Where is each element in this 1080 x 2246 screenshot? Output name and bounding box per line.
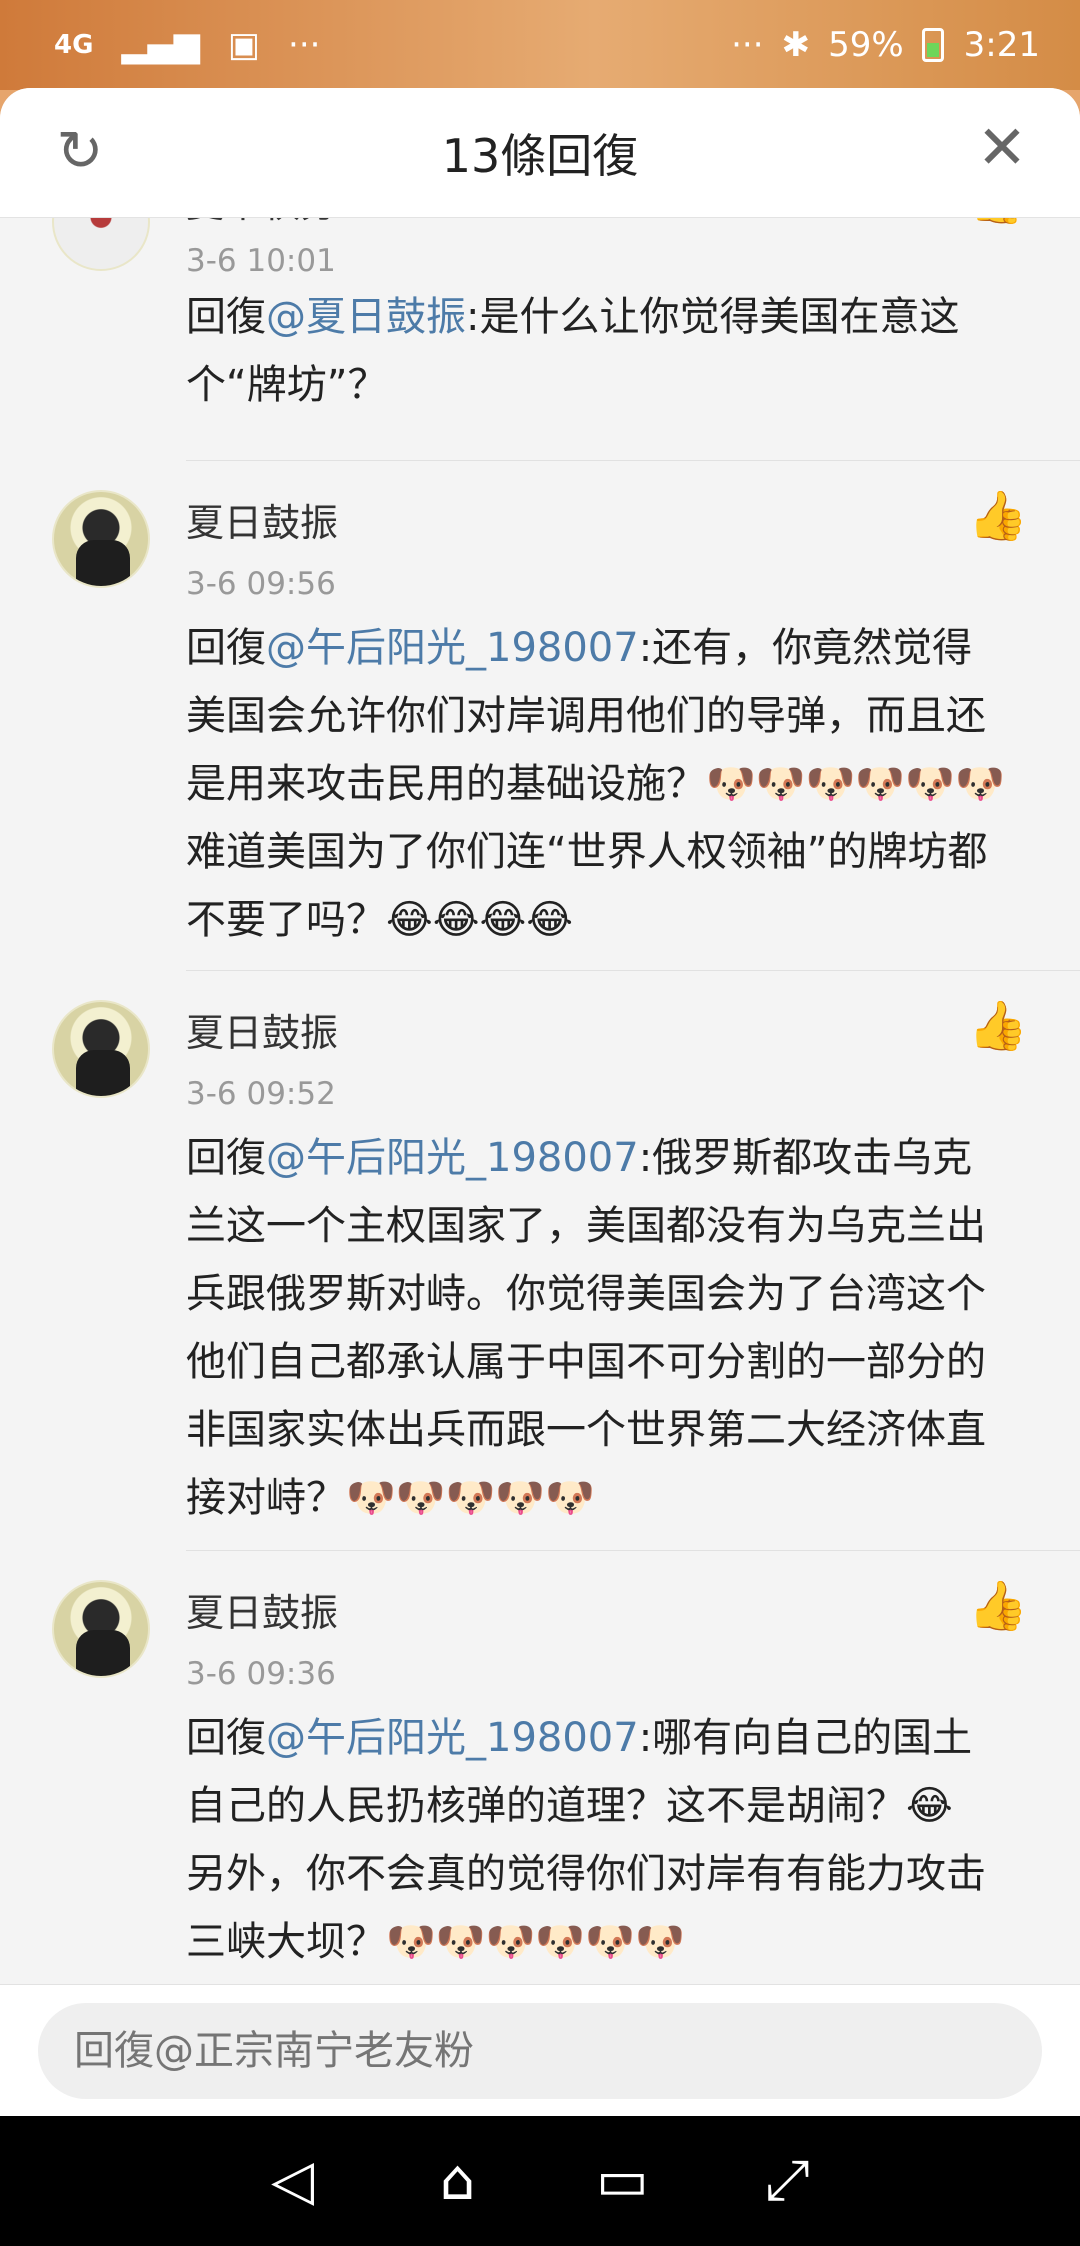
- navigation-bar: ◁ ⌂ ▭ ⤢: [0, 2116, 1080, 2246]
- reply-time: 3-6 09:56: [186, 566, 336, 602]
- expand-icon[interactable]: ⤢: [753, 2146, 823, 2216]
- reply-prefix: 回復: [186, 1135, 266, 1181]
- reply-text-line: 兵跟俄罗斯对峙。你觉得美国会为了台湾这个: [186, 1271, 986, 1317]
- reply-content: 回復@午后阳光_198007:哪有向自己的国土 自己的人民扔核弹的道理？这不是胡…: [186, 1704, 1036, 1976]
- reply-item: 夏日鼓振 👍 3-6 09:52 回復@午后阳光_198007:俄罗斯都攻击乌克…: [0, 1000, 1080, 1540]
- reply-author[interactable]: 夏日鼓振: [186, 1002, 338, 1057]
- reply-prefix: 回復: [186, 625, 266, 671]
- back-icon[interactable]: ◁: [258, 2146, 328, 2216]
- reply-text-line: 不要了吗？😂😂😂😂: [186, 897, 573, 943]
- reply-text-line: 兰这一个主权国家了，美国都没有为乌克兰出: [186, 1203, 986, 1249]
- reply-time: 3-6 09:52: [186, 1076, 336, 1112]
- reply-list[interactable]: 夏末秋分201706 👍 3-6 10:01 回復@夏日鼓振:是什么让你觉得美国…: [0, 218, 1080, 2068]
- reply-text-line: 接对峙？🐶🐶🐶🐶🐶: [186, 1475, 596, 1521]
- reply-mention[interactable]: @午后阳光_198007: [266, 1715, 639, 1761]
- divider: [186, 1550, 1080, 1551]
- status-bar: 4G ▂▄▆ ▣ ··· ··· ✱ 59% 3:21: [0, 0, 1080, 90]
- like-icon[interactable]: 👍: [968, 490, 1028, 542]
- divider: [186, 970, 1080, 971]
- reply-time: 3-6 09:36: [186, 1656, 336, 1692]
- battery-icon: [921, 28, 944, 62]
- reply-text-line: :俄罗斯都攻击乌克: [638, 1135, 973, 1181]
- reply-text-line: 另外，你不会真的觉得你们对岸有有能力攻击: [186, 1851, 986, 1897]
- divider: [186, 460, 1080, 461]
- reply-author[interactable]: 夏日鼓振: [186, 1582, 338, 1637]
- reply-text-line: :是什么让你觉得美国在意这: [466, 294, 960, 340]
- status-dots-left: ···: [288, 25, 321, 65]
- signal-icon: ▂▄▆: [121, 25, 200, 65]
- reply-time: 3-6 10:01: [186, 243, 336, 279]
- reply-mention[interactable]: @午后阳光_198007: [266, 1135, 639, 1181]
- reply-mention[interactable]: @夏日鼓振: [266, 294, 466, 340]
- reply-content: 回復@夏日鼓振:是什么让你觉得美国在意这 个“牌坊”？: [186, 283, 1036, 419]
- compose-area: [0, 1984, 1080, 2116]
- refresh-icon[interactable]: ↻: [50, 122, 110, 182]
- image-icon: ▣: [227, 25, 261, 65]
- reply-item: 夏日鼓振 👍 3-6 09:36 回復@午后阳光_198007:哪有向自己的国土…: [0, 1580, 1080, 1980]
- avatar[interactable]: [52, 1000, 150, 1098]
- reply-prefix: 回復: [186, 294, 266, 340]
- close-icon[interactable]: ✕: [972, 118, 1032, 178]
- reply-item: 夏末秋分201706 👍 3-6 10:01 回復@夏日鼓振:是什么让你觉得美国…: [0, 218, 1080, 413]
- avatar[interactable]: [52, 218, 150, 271]
- status-dots-right: ···: [731, 25, 764, 65]
- bluetooth-icon: ✱: [781, 25, 811, 65]
- reply-author[interactable]: 夏末秋分201706: [186, 218, 483, 228]
- avatar[interactable]: [52, 490, 150, 588]
- reply-text-line: 他们自己都承认属于中国不可分割的一部分的: [186, 1339, 986, 1385]
- status-left: 4G ▂▄▆ ▣ ···: [54, 25, 320, 65]
- reply-text-line: 难道美国为了你们连“世界人权领袖”的牌坊都: [186, 829, 988, 875]
- reply-text-line: 自己的人民扔核弹的道理？这不是胡闹？😂: [186, 1783, 953, 1829]
- reply-text-line: :还有，你竟然觉得: [638, 625, 973, 671]
- sheet-header: ↻ 13條回復 ✕: [0, 88, 1080, 218]
- reply-item: 夏日鼓振 👍 3-6 09:56 回復@午后阳光_198007:还有，你竟然觉得…: [0, 490, 1080, 960]
- like-icon[interactable]: 👍: [968, 218, 1028, 225]
- reply-prefix: 回復: [186, 1715, 266, 1761]
- reply-sheet: ↻ 13條回復 ✕ 夏末秋分201706 👍 3-6 10:01 回復@夏日鼓振…: [0, 88, 1080, 2116]
- reply-text-line: 非国家实体出兵而跟一个世界第二大经济体直: [186, 1407, 986, 1453]
- reply-content: 回復@午后阳光_198007:还有，你竟然觉得 美国会允许你们对岸调用他们的导弹…: [186, 614, 1036, 954]
- status-right: ··· ✱ 59% 3:21: [731, 25, 1040, 65]
- recents-icon[interactable]: ▭: [588, 2146, 658, 2216]
- battery-percent: 59%: [828, 25, 904, 65]
- network-type: 4G: [54, 30, 94, 60]
- reply-text-line: 是用来攻击民用的基础设施？🐶🐶🐶🐶🐶🐶: [186, 761, 1005, 807]
- reply-input[interactable]: [38, 2003, 1042, 2099]
- avatar[interactable]: [52, 1580, 150, 1678]
- reply-text-line: :哪有向自己的国土: [638, 1715, 973, 1761]
- reply-text-line: 三峡大坝？🐶🐶🐶🐶🐶🐶: [186, 1919, 685, 1965]
- reply-author[interactable]: 夏日鼓振: [186, 492, 338, 547]
- sheet-title: 13條回復: [441, 128, 639, 183]
- reply-text-line: 美国会允许你们对岸调用他们的导弹，而且还: [186, 693, 986, 739]
- reply-mention[interactable]: @午后阳光_198007: [266, 625, 639, 671]
- like-icon[interactable]: 👍: [968, 1580, 1028, 1632]
- like-icon[interactable]: 👍: [968, 1000, 1028, 1052]
- home-icon[interactable]: ⌂: [423, 2146, 493, 2216]
- reply-content: 回復@午后阳光_198007:俄罗斯都攻击乌克 兰这一个主权国家了，美国都没有为…: [186, 1124, 1036, 1532]
- clock: 3:21: [963, 25, 1040, 65]
- reply-text-line: 个“牌坊”？: [186, 362, 388, 408]
